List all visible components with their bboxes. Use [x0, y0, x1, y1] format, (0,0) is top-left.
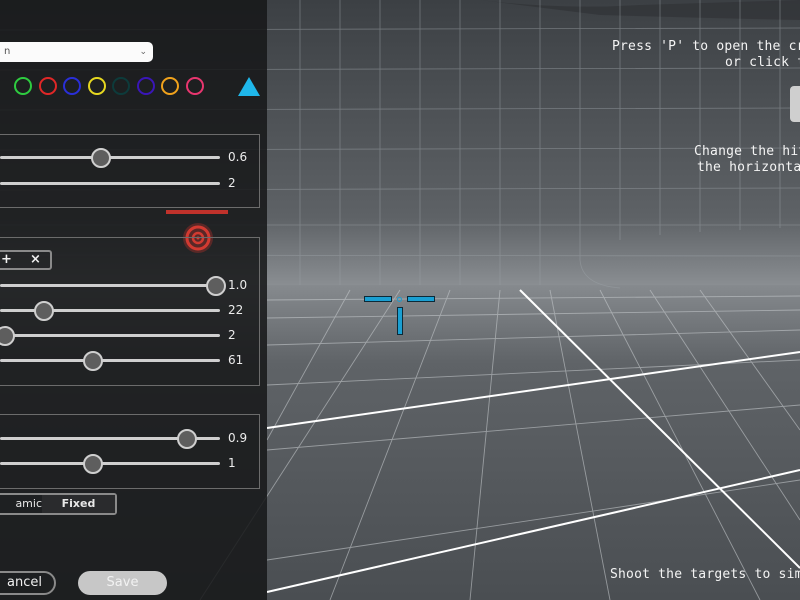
color-swatch[interactable] [63, 77, 81, 95]
crosshair-left-bar [364, 296, 392, 302]
target-underline [166, 210, 228, 214]
add-remove-bar: + × [0, 250, 52, 270]
remove-button[interactable]: × [30, 252, 41, 268]
slider-value: 0.9 [228, 431, 248, 445]
slider-value: 61 [228, 353, 244, 367]
slider-track[interactable] [0, 334, 220, 337]
slider-knob[interactable] [33, 301, 54, 321]
slider[interactable]: 1 [0, 452, 260, 476]
slider-knob[interactable] [205, 276, 226, 296]
hint-open-crosshair: Press 'P' to open the cros [612, 39, 800, 54]
color-swatch[interactable] [136, 77, 155, 95]
slider[interactable]: 0.6 [0, 146, 260, 170]
slider-track[interactable] [0, 182, 220, 185]
hint-click: or click th [725, 55, 800, 70]
hint-change-hit: Change the hit [694, 144, 800, 159]
mode-toggle: amic Fixed [0, 493, 117, 515]
slider-knob[interactable] [0, 326, 16, 346]
slider-value: 1.0 [228, 278, 248, 292]
color-swatch[interactable] [14, 77, 32, 95]
slider-knob[interactable] [83, 454, 104, 474]
color-swatch[interactable] [38, 77, 57, 95]
crosshair-settings-panel: n ⌄ 0.6 2 + × 1.0 22 2 61 0.9 1 amic Fixed an… [0, 0, 267, 600]
slider-knob[interactable] [91, 148, 112, 168]
slider[interactable]: 1.0 [0, 274, 260, 298]
hint-shoot-targets: Shoot the targets to simu [610, 567, 800, 582]
save-button[interactable]: Save [78, 571, 167, 595]
slider[interactable]: 2 [0, 324, 260, 348]
color-swatch[interactable] [161, 77, 179, 95]
add-button[interactable]: + [1, 252, 12, 268]
slider[interactable]: 61 [0, 349, 260, 373]
slider-value: 22 [228, 303, 244, 317]
crosshair-center-dot [397, 297, 402, 302]
hint-horizontal: the horizontal [697, 160, 800, 175]
slider-value: 2 [228, 176, 236, 190]
crosshair-bottom-bar [397, 307, 403, 335]
slider[interactable]: 22 [0, 299, 260, 323]
color-swatch[interactable] [87, 77, 106, 95]
crosshair-right-bar [407, 296, 435, 302]
slider[interactable]: 0.9 [0, 427, 260, 451]
slider-track[interactable] [0, 359, 220, 362]
slider-value: 0.6 [228, 150, 248, 164]
triangle-icon[interactable] [238, 77, 260, 96]
mode-fixed-option[interactable]: Fixed [42, 495, 115, 513]
slider-knob[interactable] [176, 429, 197, 449]
chevron-down-icon: ⌄ [139, 47, 147, 57]
slider-track[interactable] [0, 284, 220, 287]
slider-value: 1 [228, 456, 236, 470]
side-button[interactable] [790, 86, 800, 122]
preset-dropdown-value: n [4, 46, 11, 57]
slider-knob[interactable] [83, 351, 104, 371]
color-swatch[interactable] [185, 77, 204, 95]
slider[interactable]: 2 [0, 172, 260, 196]
preset-dropdown[interactable]: n ⌄ [0, 42, 153, 62]
mode-dynamic-option[interactable]: amic [0, 495, 44, 513]
slider-track[interactable] [0, 462, 220, 465]
slider-value: 2 [228, 328, 236, 342]
cancel-button[interactable]: ancel [0, 571, 56, 595]
color-swatch[interactable] [112, 77, 130, 95]
